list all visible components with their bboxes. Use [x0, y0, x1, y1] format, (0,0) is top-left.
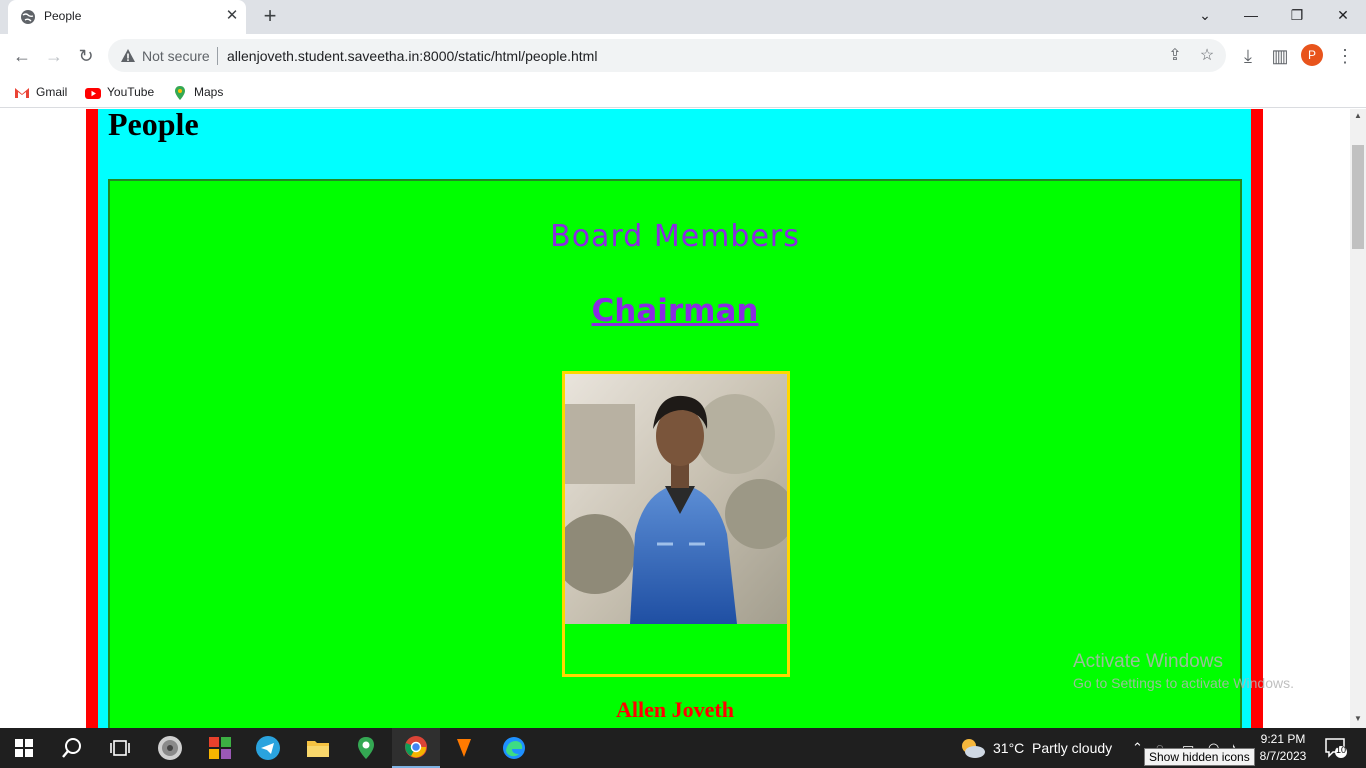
- address-divider: [217, 47, 218, 65]
- member-name: Allen Joveth: [616, 697, 734, 722]
- globe-icon: [21, 10, 35, 24]
- tray-tooltip: Show hidden icons: [1144, 748, 1255, 766]
- bookmark-label: Gmail: [36, 85, 68, 99]
- maps-pin-icon: [175, 85, 185, 100]
- system-clock[interactable]: 9:21 PM 8/7/2023: [1258, 731, 1308, 765]
- page-viewport: People Board Members Chairman Allen Jove…: [0, 109, 1350, 728]
- partly-cloudy-icon[interactable]: [958, 736, 986, 760]
- close-window-button[interactable]: ✕: [1320, 0, 1366, 30]
- weather-temperature[interactable]: 31°C: [993, 740, 1024, 756]
- notification-count: 10: [1335, 745, 1346, 755]
- bookmark-gmail[interactable]: Gmail: [14, 83, 67, 101]
- notification-center-icon[interactable]: 10: [1325, 738, 1347, 758]
- activate-windows-watermark: Activate Windows Go to Settings to activ…: [1073, 651, 1294, 691]
- colorful-app-icon[interactable]: [196, 728, 244, 768]
- tab-people[interactable]: People ✕: [8, 0, 246, 34]
- new-tab-button[interactable]: +: [258, 5, 282, 29]
- telegram-icon[interactable]: [244, 728, 292, 768]
- browser-toolbar: ← → ↻ Not secure allenjoveth.student.sav…: [0, 34, 1366, 77]
- vlc-app-icon[interactable]: [440, 728, 488, 768]
- search-icon[interactable]: [48, 728, 96, 768]
- minimize-button[interactable]: —: [1228, 0, 1274, 30]
- watermark-subtitle: Go to Settings to activate Windows.: [1073, 675, 1294, 691]
- forward-arrow-icon[interactable]: →: [42, 44, 66, 68]
- youtube-icon: [85, 87, 101, 99]
- bookmarks-bar: Gmail YouTube Maps: [0, 77, 1366, 108]
- download-icon[interactable]: ⤓: [1236, 44, 1260, 68]
- tab-search-icon[interactable]: ⌄: [1182, 0, 1228, 30]
- chevron-up-icon[interactable]: ⌃: [1132, 740, 1143, 756]
- member-photo: [565, 374, 787, 624]
- task-view-icon[interactable]: [96, 728, 144, 768]
- warning-icon[interactable]: [120, 48, 136, 64]
- section-title: Board Members: [550, 219, 800, 254]
- url-text[interactable]: allenjoveth.student.saveetha.in:8000/sta…: [227, 48, 597, 64]
- clock-date: 8/7/2023: [1259, 749, 1307, 763]
- back-arrow-icon[interactable]: ←: [10, 44, 34, 68]
- chrome-icon[interactable]: [392, 728, 440, 768]
- security-label[interactable]: Not secure: [142, 48, 210, 64]
- page-title: People: [108, 109, 199, 142]
- clock-time: 9:21 PM: [1260, 732, 1306, 746]
- browser-tab-strip: People ✕ + ⌄ — ❐ ✕: [0, 0, 1366, 34]
- disk-app-icon[interactable]: [146, 728, 194, 768]
- side-panel-icon[interactable]: ▥: [1268, 44, 1292, 68]
- gmail-icon: [15, 87, 29, 98]
- scroll-down-arrow-icon[interactable]: ▼: [1350, 712, 1366, 726]
- bookmark-youtube[interactable]: YouTube: [85, 83, 154, 101]
- profile-avatar[interactable]: P: [1301, 44, 1323, 66]
- share-icon[interactable]: ⇪: [1166, 47, 1184, 65]
- weather-condition[interactable]: Partly cloudy: [1032, 740, 1112, 756]
- watermark-title: Activate Windows: [1073, 651, 1223, 672]
- tab-close-icon[interactable]: ✕: [224, 8, 240, 24]
- bookmark-label: Maps: [194, 85, 224, 99]
- restore-button[interactable]: ❐: [1274, 0, 1320, 30]
- member-photo-frame: [562, 371, 790, 677]
- bookmark-label: YouTube: [107, 85, 155, 99]
- vertical-scrollbar[interactable]: ▲ ▼: [1350, 109, 1366, 728]
- file-explorer-icon[interactable]: [294, 728, 342, 768]
- reload-icon[interactable]: ↻: [74, 44, 98, 68]
- menu-kebab-icon[interactable]: ⋮: [1333, 44, 1357, 68]
- role-title: Chairman: [591, 293, 759, 329]
- start-button[interactable]: [0, 728, 48, 768]
- bookmark-star-icon[interactable]: ☆: [1198, 47, 1216, 65]
- windows-logo-icon: [15, 739, 33, 757]
- edge-icon[interactable]: [490, 728, 538, 768]
- scroll-up-arrow-icon[interactable]: ▲: [1350, 109, 1366, 123]
- board-members-panel: Board Members Chairman Allen Joveth: [108, 179, 1242, 728]
- scrollbar-thumb[interactable]: [1352, 145, 1364, 249]
- bookmark-maps[interactable]: Maps: [172, 83, 223, 101]
- address-bar[interactable]: Not secure allenjoveth.student.saveetha.…: [108, 39, 1226, 72]
- maps-app-icon[interactable]: [342, 728, 390, 768]
- tab-title: People: [44, 9, 82, 23]
